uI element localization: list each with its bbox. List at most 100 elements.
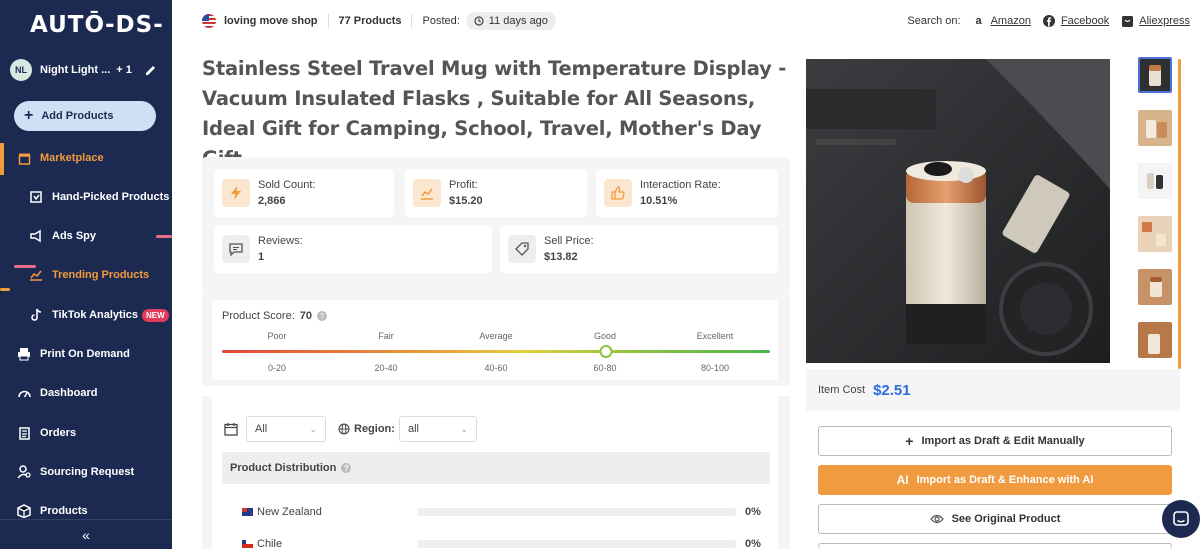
nav-label: TikTok Analytics (52, 309, 138, 321)
plus-icon: + (905, 433, 914, 449)
shop-name[interactable]: loving move shop (224, 15, 318, 27)
import-draft-ai-button[interactable]: AI Import as Draft & Enhance with AI (818, 465, 1172, 495)
plus-icon: + (24, 107, 34, 124)
divider (411, 14, 413, 28)
price-tag-icon (508, 235, 536, 263)
profit-value: $15.20 (449, 195, 483, 207)
product-main-image[interactable] (806, 59, 1110, 363)
range-label: 40-60 (484, 363, 508, 373)
nav-label: Products (40, 505, 88, 517)
grade-excellent: Excellent (696, 331, 734, 341)
new-badge: NEW (142, 308, 169, 322)
range-label: 20-40 (374, 363, 398, 373)
printer-icon (16, 346, 32, 362)
sidebar: AUTŌ-DS- NL Night Light ... + 1 + Add Pr… (0, 0, 172, 549)
posted-badge: 11 days ago (465, 12, 556, 30)
distribution-panel: All ⌄ Region: all ⌄ Product Distribution… (202, 396, 790, 549)
nav-dashboard[interactable]: Dashboard (0, 378, 172, 408)
interaction-rate-card: Interaction Rate: 10.51% (596, 169, 778, 217)
import-manual-label: Import as Draft & Edit Manually (921, 435, 1085, 447)
user-extra-count: + 1 (116, 64, 132, 76)
thumbs-up-icon (604, 179, 632, 207)
nav-ads-spy[interactable]: Ads Spy (0, 221, 172, 251)
country-row: New Zealand 0% (242, 504, 762, 520)
reviews-value: 1 (258, 251, 265, 263)
clipboard-icon (16, 425, 32, 441)
amazon-link[interactable]: Amazon (991, 15, 1031, 27)
nav-print-on-demand[interactable]: Print On Demand (0, 339, 172, 369)
nav-hand-picked-products[interactable]: Hand-Picked Products (0, 182, 172, 212)
thumbnail[interactable] (1138, 322, 1172, 358)
interaction-rate-label: Interaction Rate: (640, 179, 721, 191)
thumbnail[interactable] (1138, 163, 1172, 199)
see-original-product-button[interactable]: See Original Product (818, 504, 1172, 534)
product-meta-bar: loving move shop 77 Products Posted: 11 … (190, 8, 1190, 34)
country-percent-bar (417, 540, 737, 548)
us-flag-icon (202, 14, 216, 28)
person-search-icon (16, 464, 32, 480)
megaphone-icon (28, 228, 44, 244)
add-products-button[interactable]: + Add Products (14, 101, 156, 131)
thumbnail[interactable] (1138, 216, 1172, 252)
aliexpress-link[interactable]: Aliexpress (1139, 15, 1190, 27)
product-title: Stainless Steel Travel Mug with Temperat… (202, 57, 787, 170)
score-gradient-bar (222, 350, 770, 353)
import-draft-manual-button[interactable]: + Import as Draft & Edit Manually (818, 426, 1172, 456)
nav-label: Print On Demand (40, 348, 130, 360)
thumbnail[interactable] (1138, 110, 1172, 146)
nav-label: Hand-Picked Products (52, 191, 170, 203)
item-cost-value: $2.51 (873, 381, 911, 399)
see-original-label: See Original Product (951, 513, 1061, 525)
decor-dash (14, 265, 36, 268)
region-select-value: all (407, 423, 419, 435)
thumbnail[interactable] (1138, 269, 1172, 305)
score-marker (599, 345, 613, 358)
ai-icon: AI (896, 473, 909, 487)
reviews-label: Reviews: (258, 235, 303, 247)
facebook-link[interactable]: Facebook (1061, 15, 1109, 27)
profit-card: Profit: $15.20 (405, 169, 587, 217)
date-select[interactable]: All ⌄ (246, 416, 326, 442)
range-label: 0-20 (267, 363, 287, 373)
thumbnail[interactable] (1138, 57, 1172, 93)
stats-panel: Sold Count: 2,866 Profit: $15.20 Interac… (202, 157, 790, 290)
sell-price-value: $13.82 (544, 251, 578, 263)
help-icon[interactable]: ? (341, 463, 352, 473)
country-percent: 0% (745, 506, 761, 518)
distribution-header: Product Distribution ? (222, 452, 770, 484)
product-count: 77 Products (338, 15, 402, 27)
nav-sourcing-request[interactable]: Sourcing Request (0, 457, 172, 487)
help-icon[interactable]: ? (317, 311, 328, 321)
chevron-down-icon: ⌄ (309, 423, 317, 434)
thumbnail-scrollbar[interactable] (1178, 59, 1181, 369)
grade-good: Good (593, 331, 617, 341)
hand-picked-icon (28, 189, 44, 205)
nav-orders[interactable]: Orders (0, 418, 172, 448)
interaction-rate-value: 10.51% (640, 195, 678, 207)
support-chat-button[interactable] (1162, 500, 1200, 538)
posted-value: 11 days ago (488, 15, 548, 27)
new-zealand-flag-icon (242, 508, 253, 516)
decor-dash (156, 235, 172, 238)
region-select[interactable]: all ⌄ (398, 416, 477, 442)
globe-icon (338, 423, 350, 435)
autods-logo[interactable]: AUTŌ-DS- (30, 12, 164, 38)
user-name: Night Light ... (40, 64, 111, 76)
grade-average: Average (479, 331, 513, 341)
lightning-icon (222, 179, 250, 207)
chile-flag-icon (242, 540, 253, 548)
nav-marketplace[interactable]: Marketplace (0, 143, 172, 173)
nav-tiktok-analytics[interactable]: TikTok Analytics NEW (0, 300, 172, 330)
add-products-label: Add Products (41, 110, 114, 122)
box-icon (16, 503, 32, 519)
product-score-panel: Product Score: 70 ? Poor Fair Average Go… (202, 290, 790, 386)
country-row: Chile 0% (242, 536, 762, 549)
item-cost-label: Item Cost (818, 384, 866, 396)
collapse-sidebar-button[interactable]: « (0, 519, 172, 549)
amazon-icon: a (975, 15, 982, 27)
range-label: 80-100 (700, 363, 730, 373)
user-switcher[interactable]: NL Night Light ... + 1 (10, 58, 162, 82)
tiktok-icon (28, 307, 44, 323)
pencil-icon[interactable] (144, 63, 158, 77)
next-action-button[interactable] (818, 543, 1172, 549)
